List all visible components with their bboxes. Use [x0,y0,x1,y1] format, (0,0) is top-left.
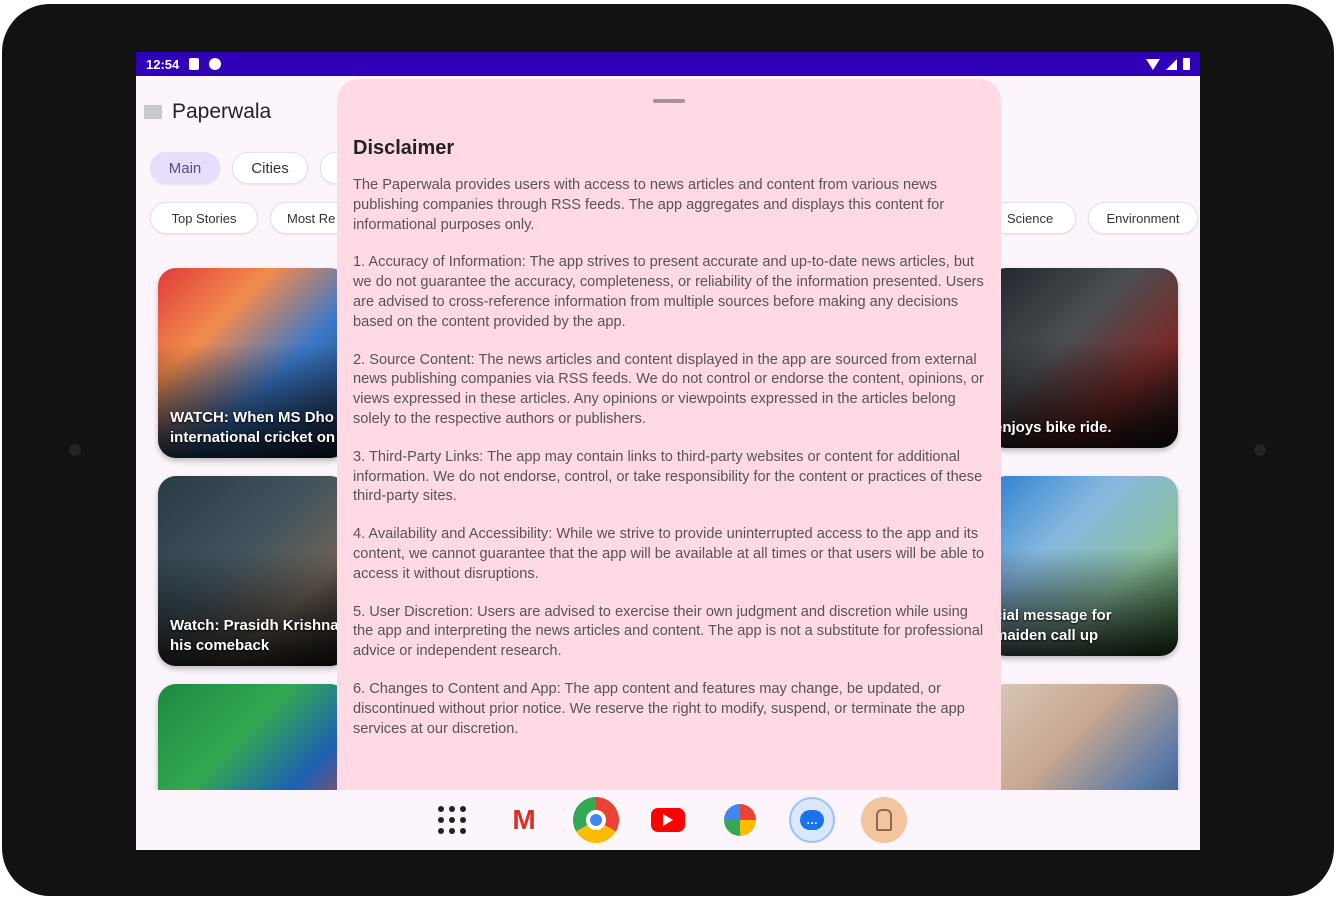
wifi-icon [1146,58,1160,70]
card-caption: WATCH: When MS Dho international cricket… [170,409,336,446]
card-caption: Watch: Prasidh Krishna his comeback [170,617,339,654]
chrome-icon[interactable] [573,797,619,843]
menu-icon[interactable] [144,105,162,119]
disclaimer-paragraph: 2. Source Content: The news articles and… [353,351,984,427]
app-bar: Paperwala [144,100,271,124]
disclaimer-paragraph: 3. Third-Party Links: The app may contai… [353,448,983,505]
gmail-icon[interactable]: M [501,797,547,843]
disclaimer-bottom-sheet[interactable]: Disclaimer The Paperwala provides users … [337,79,1001,819]
photos-icon[interactable] [717,797,763,843]
chrome-center [586,810,606,830]
category-science[interactable]: Science [990,202,1076,234]
news-card[interactable]: Watch: Prasidh Krishna his comeback [158,476,348,666]
youtube-badge [651,808,685,832]
disclaimer-paragraph: 5. User Discretion: Users are advised to… [353,603,984,660]
drag-handle[interactable] [653,99,685,103]
tab-cities[interactable]: Cities [232,152,308,184]
app-title: Paperwala [172,100,272,123]
news-card[interactable]: enjoys bike ride. [988,268,1178,448]
news-card[interactable]: WATCH: When MS Dho international cricket… [158,268,348,458]
disclaimer-paragraph: 6. Changes to Content and App: The app c… [353,680,965,737]
status-bar: 12:54 [136,52,1200,76]
messages-bubble: … [800,810,824,830]
signal-icon [1166,58,1177,70]
messages-icon[interactable]: … [789,797,835,843]
sensor-dot [1254,444,1266,456]
app-drawer-icon[interactable] [429,797,475,843]
disclaimer-paragraph: 1. Accuracy of Information: The app stri… [353,254,984,330]
sync-icon [209,58,222,70]
sd-card-icon [189,58,200,70]
category-top-stories[interactable]: Top Stories [150,202,258,234]
paperwala-icon[interactable] [861,797,907,843]
youtube-icon[interactable] [645,797,691,843]
disclaimer-title: Disclaimer [353,137,455,159]
camera-dot [69,444,81,456]
news-card[interactable]: cial message for maiden call up [988,476,1178,656]
category-environment[interactable]: Environment [1088,202,1198,234]
card-caption: enjoys bike ride. [994,419,1112,436]
paperwala-figure [876,809,892,831]
disclaimer-paragraph: The Paperwala provides users with access… [353,177,945,233]
gmail-glyph: M [512,804,536,835]
photos-pinwheel [724,804,756,836]
battery-icon [1183,58,1190,70]
tab-main[interactable]: Main [150,152,220,184]
status-time: 12:54 [146,56,180,72]
card-caption: cial message for maiden call up [994,607,1112,644]
disclaimer-paragraph: 4. Availability and Accessibility: While… [353,526,985,582]
screen: 12:54 Paperwala Main Cities Top Stories … [136,52,1200,850]
taskbar-dock: M … [136,790,1200,850]
